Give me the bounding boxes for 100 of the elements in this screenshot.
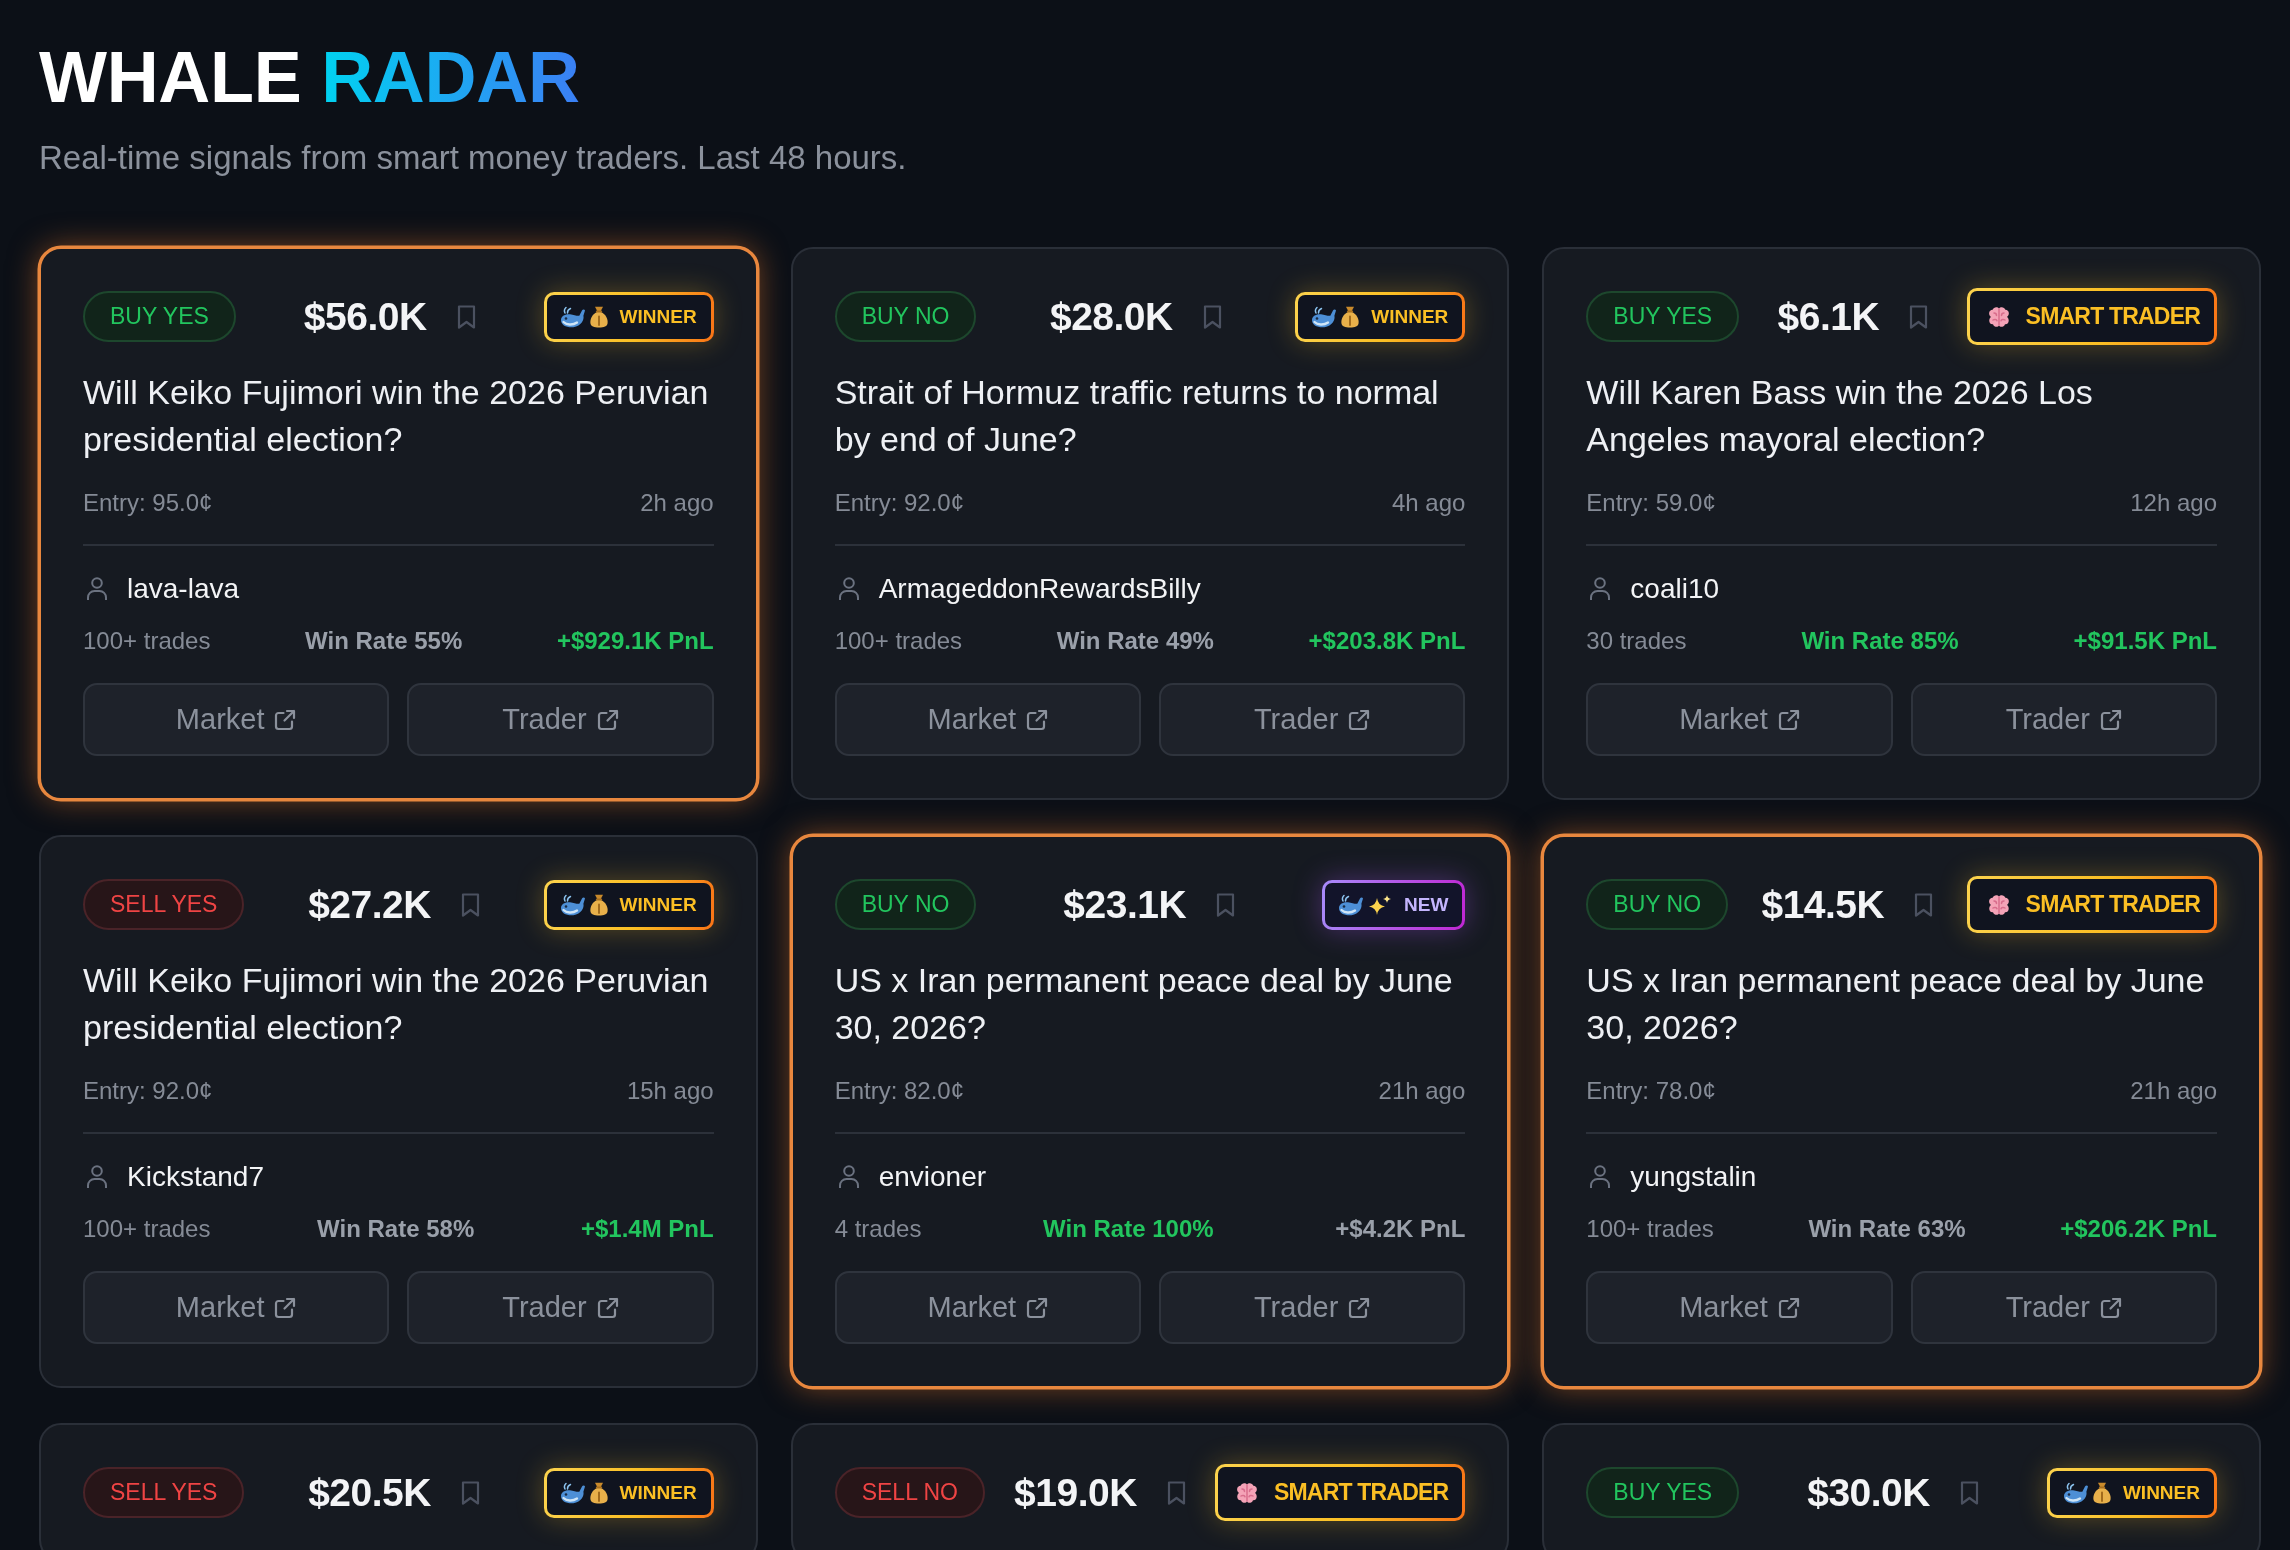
trade-side-tag: BUY NO bbox=[1586, 879, 1729, 930]
external-link-button[interactable]: Market bbox=[1586, 683, 1893, 756]
bookmark-icon[interactable] bbox=[1914, 892, 1934, 917]
badge-label: WINNER bbox=[2122, 1481, 2200, 1504]
badge-label: SMART TRADER bbox=[2025, 891, 2200, 918]
bookmark-icon[interactable] bbox=[460, 892, 480, 917]
external-link-button[interactable]: Market bbox=[834, 683, 1141, 756]
time-ago: 21h ago bbox=[2130, 1076, 2217, 1106]
badge-label: SMART TRADER bbox=[1273, 1479, 1449, 1506]
badge-label: WINNER bbox=[1371, 305, 1449, 328]
trade-count: 30 trades bbox=[1586, 626, 1687, 656]
trade-count: 100+ trades bbox=[834, 626, 963, 656]
win-rate: Win Rate 55% bbox=[305, 626, 463, 656]
entry-price: Entry: 82.0¢ bbox=[834, 1076, 965, 1106]
external-link-icon bbox=[596, 708, 619, 731]
entry-price: Entry: 92.0¢ bbox=[834, 488, 965, 518]
pnl-amount: +$91.5K PnL bbox=[2073, 626, 2217, 656]
market-question: Will Keiko Fujimori win the 2026 Peruvian presidential election? bbox=[83, 372, 710, 460]
bookmark-icon[interactable] bbox=[1202, 304, 1222, 329]
win-rate: Win Rate 85% bbox=[1801, 626, 1959, 656]
external-link-button[interactable]: Trader bbox=[1159, 1271, 1466, 1344]
external-link-icon bbox=[1777, 708, 1800, 731]
whale-icon bbox=[2062, 1481, 2089, 1504]
trade-count: 100+ trades bbox=[83, 1214, 211, 1244]
trade-amount: $23.1K bbox=[1063, 882, 1187, 927]
badge-label: SMART TRADER bbox=[2025, 303, 2200, 330]
market-question: US x Iran permanent peace deal by June 30, 2026? bbox=[1586, 960, 2206, 1048]
trader-name: Kickstand7 bbox=[127, 1160, 264, 1194]
bookmark-icon[interactable] bbox=[460, 1480, 480, 1505]
win-rate: Win Rate 63% bbox=[1808, 1214, 1966, 1244]
entry-price: Entry: 95.0¢ bbox=[83, 488, 213, 518]
win-rate: Win Rate 49% bbox=[1056, 626, 1214, 656]
trade-amount: $20.5K bbox=[308, 1470, 431, 1515]
money-bag-icon bbox=[589, 1481, 608, 1504]
time-ago: 15h ago bbox=[626, 1076, 714, 1106]
trade-side-tag: BUY YES bbox=[83, 291, 236, 342]
trade-side-tag: SELL YES bbox=[83, 879, 245, 930]
whale-icon bbox=[559, 1481, 586, 1504]
market-question: Will Keiko Fujimori win the 2026 Peruvian presidential election? bbox=[83, 960, 710, 1048]
whale-icon bbox=[1311, 305, 1338, 328]
user-icon bbox=[838, 577, 859, 601]
external-link-button[interactable]: Trader bbox=[1910, 1271, 2217, 1344]
page-subtitle: Real-time signals from smart money traders. Last 48 hours. bbox=[39, 138, 907, 178]
user-icon bbox=[1590, 577, 1611, 601]
entry-price: Entry: 92.0¢ bbox=[83, 1076, 213, 1106]
user-icon bbox=[838, 1165, 859, 1189]
user-icon bbox=[1590, 1165, 1611, 1189]
trade-count: 100+ trades bbox=[1586, 1214, 1714, 1244]
money-bag-icon bbox=[1341, 305, 1360, 328]
user-icon bbox=[87, 1165, 107, 1189]
external-link-button[interactable]: Market bbox=[83, 1271, 390, 1344]
trade-amount: $27.2K bbox=[308, 882, 431, 927]
win-rate: Win Rate 100% bbox=[1043, 1214, 1214, 1244]
trade-amount: $19.0K bbox=[1014, 1470, 1137, 1515]
trade-amount: $6.1K bbox=[1777, 294, 1880, 339]
external-link-button[interactable]: Trader bbox=[407, 683, 714, 756]
external-link-button[interactable]: Trader bbox=[1910, 683, 2217, 756]
time-ago: 21h ago bbox=[1378, 1076, 1466, 1106]
trade-side-tag: SELL NO bbox=[834, 1467, 985, 1518]
external-link-icon bbox=[1026, 1296, 1049, 1319]
bookmark-icon[interactable] bbox=[1909, 304, 1929, 329]
trade-side-tag: SELL YES bbox=[83, 1467, 245, 1518]
market-question: Strait of Hormuz traffic returns to normal by end of June? bbox=[834, 372, 1440, 460]
badge-label: NEW bbox=[1404, 893, 1449, 916]
time-ago: 2h ago bbox=[640, 488, 714, 518]
whale-icon bbox=[559, 305, 586, 328]
trader-name: coali10 bbox=[1630, 572, 1720, 606]
external-link-button[interactable]: Market bbox=[83, 683, 390, 756]
trade-amount: $14.5K bbox=[1761, 882, 1885, 927]
external-link-button[interactable]: Market bbox=[1586, 1271, 1893, 1344]
entry-price: Entry: 59.0¢ bbox=[1586, 488, 1716, 518]
win-rate: Win Rate 58% bbox=[317, 1214, 475, 1244]
time-ago: 4h ago bbox=[1391, 488, 1466, 518]
external-link-button[interactable]: Market bbox=[834, 1271, 1141, 1344]
pnl-amount: +$203.8K PnL bbox=[1308, 626, 1466, 656]
market-question: US x Iran permanent peace deal by June 30, 2026? bbox=[834, 960, 1454, 1048]
trader-name: yungstalin bbox=[1630, 1160, 1757, 1194]
external-link-icon bbox=[1348, 1296, 1371, 1319]
external-link-icon bbox=[274, 1296, 297, 1319]
pnl-amount: +$206.2K PnL bbox=[2060, 1214, 2217, 1244]
trade-count: 4 trades bbox=[834, 1214, 922, 1244]
user-icon bbox=[87, 577, 107, 601]
bookmark-icon[interactable] bbox=[1959, 1480, 1979, 1505]
trade-side-tag: BUY NO bbox=[834, 879, 977, 930]
money-bag-icon bbox=[589, 893, 608, 916]
whale-icon bbox=[559, 893, 586, 916]
external-link-button[interactable]: Trader bbox=[407, 1271, 714, 1344]
trade-amount: $30.0K bbox=[1807, 1470, 1930, 1515]
bookmark-icon[interactable] bbox=[1216, 892, 1236, 917]
bookmark-icon[interactable] bbox=[456, 304, 476, 329]
trader-name: envioner bbox=[878, 1160, 987, 1194]
bookmark-icon[interactable] bbox=[1166, 1480, 1186, 1505]
external-link-icon bbox=[1026, 708, 1049, 731]
external-link-button[interactable]: Trader bbox=[1159, 683, 1466, 756]
money-bag-icon bbox=[589, 305, 608, 328]
external-link-icon bbox=[1777, 1296, 1800, 1319]
entry-price: Entry: 78.0¢ bbox=[1586, 1076, 1716, 1106]
time-ago: 12h ago bbox=[2130, 488, 2217, 518]
trader-name: lava-lava bbox=[127, 572, 240, 606]
whale-icon bbox=[1338, 893, 1364, 916]
